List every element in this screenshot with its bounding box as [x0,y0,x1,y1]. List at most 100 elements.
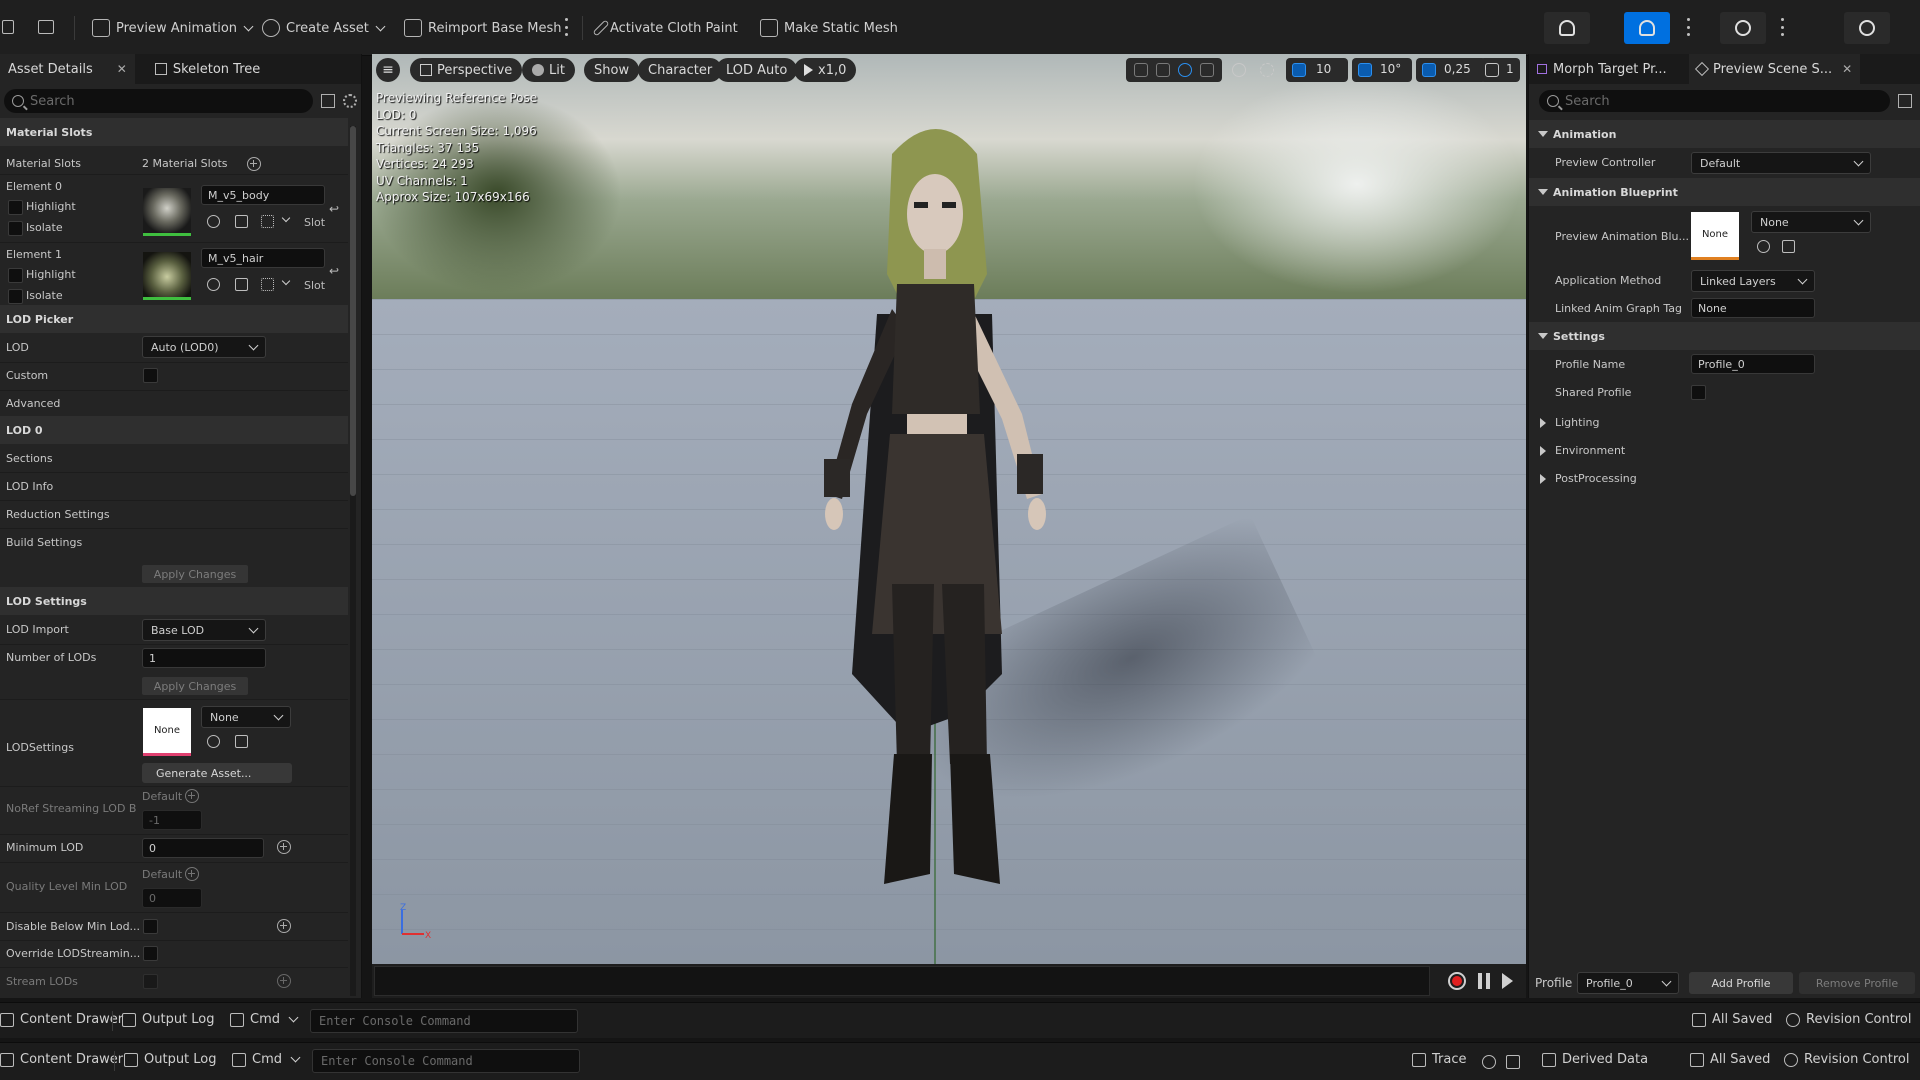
physics-mode-button[interactable] [1844,12,1890,44]
add-override-icon[interactable] [185,867,199,881]
reimport-base-mesh-button[interactable]: Reimport Base Mesh [404,14,562,42]
profile-dropdown[interactable]: Profile_0 [1577,972,1679,994]
add-override-icon[interactable] [277,919,291,933]
advanced-label[interactable]: Advanced [6,397,60,410]
postprocessing-row[interactable]: PostProcessing [1529,465,1920,493]
scene-search-input[interactable]: Search [1539,90,1890,112]
lod-info-label[interactable]: LOD Info [6,480,53,493]
generate-asset-button[interactable]: Generate Asset... [142,763,292,783]
move-icon[interactable] [1156,63,1170,77]
table-view-icon[interactable] [321,94,335,108]
tab-preview-scene-settings[interactable]: Preview Scene S... ✕ [1689,54,1861,84]
add-override-icon[interactable] [277,974,291,988]
reset-arrow-icon[interactable]: ↩ [329,264,339,278]
add-override-icon[interactable] [277,840,291,854]
lod0-header[interactable]: LOD 0 [0,416,348,444]
use-selected-icon[interactable] [207,215,220,228]
details-search-input[interactable]: Search [4,89,313,113]
settings-section-header[interactable]: Settings [1529,322,1920,350]
select-arrow-icon[interactable] [1134,63,1148,77]
preview-animation-button[interactable]: Preview Animation [92,14,254,42]
animation-mode-button[interactable] [1720,12,1766,44]
highlight-checkbox-1[interactable] [8,268,23,283]
playback-speed-button[interactable]: x1,0 [794,58,857,82]
isolate-checkbox-0[interactable] [8,221,23,236]
material-options-icon[interactable] [261,215,274,228]
profile-name-input[interactable]: Profile_0 [1691,354,1815,374]
revision-control-button[interactable]: Revision Control [1784,1052,1909,1067]
lit-button[interactable]: Lit [522,58,575,82]
apply-changes-button-2[interactable]: Apply Changes [142,677,248,695]
trace-button[interactable]: Trace [1412,1052,1467,1067]
browse-icon[interactable] [1782,240,1795,253]
material-thumbnail-hair[interactable] [143,252,191,300]
anim-blueprint-thumbnail[interactable]: None [1691,212,1739,260]
camera-icon[interactable] [1485,63,1499,77]
tab-skeleton-tree[interactable]: Skeleton Tree [135,54,268,84]
lod-settings-header[interactable]: LOD Settings [0,587,348,615]
console-command-input[interactable]: Enter Console Command [312,1049,580,1073]
animation-section-header[interactable]: Animation [1529,120,1920,148]
make-static-mesh-button[interactable]: Make Static Mesh [760,14,898,42]
animation-blueprint-section-header[interactable]: Animation Blueprint [1529,178,1920,206]
build-settings-label[interactable]: Build Settings [6,536,82,549]
lod-picker-header[interactable]: LOD Picker [0,305,348,333]
perspective-button[interactable]: Perspective [410,58,523,82]
quality-level-input[interactable]: 0 [142,888,202,908]
minimum-lod-input[interactable]: 0 [142,838,264,858]
rotate-icon[interactable] [1178,63,1192,77]
apply-changes-button[interactable]: Apply Changes [142,565,248,583]
skeleton-mode-button[interactable] [1544,12,1590,44]
disable-below-min-lod-checkbox[interactable] [143,919,158,934]
lod-auto-button[interactable]: LOD Auto [716,58,798,82]
gear-icon[interactable] [343,94,357,108]
grid-snap-value[interactable]: 10 [1316,62,1331,76]
character-mesh[interactable] [702,114,1172,934]
close-icon[interactable]: ✕ [1842,62,1852,76]
screenshot-icon[interactable] [1506,1055,1520,1069]
add-override-icon[interactable] [185,789,199,803]
material-picker-body[interactable]: M_v5_body [201,185,325,205]
scale-snap-icon[interactable] [1422,63,1436,77]
chevron-down-icon[interactable] [281,276,291,286]
override-lod-streaming-checkbox[interactable] [143,946,158,961]
linked-anim-graph-tag-input[interactable]: None [1691,298,1815,318]
grid-snap-icon[interactable] [1292,63,1306,77]
noref-streaming-input[interactable]: -1 [142,810,202,830]
create-asset-button[interactable]: Create Asset [262,14,386,42]
rotation-snap-value[interactable]: 10° [1380,62,1401,76]
use-selected-icon[interactable] [207,735,220,748]
pause-icon[interactable] [1478,973,1490,989]
table-view-icon[interactable] [1898,94,1912,108]
timeline-scrubber[interactable] [374,966,1430,996]
use-selected-icon[interactable] [1757,240,1770,253]
browse-icon[interactable] [235,215,248,228]
all-saved-button[interactable]: All Saved [1690,1052,1770,1067]
use-selected-icon[interactable] [207,278,220,291]
tab-asset-details[interactable]: Asset Details ✕ [0,54,135,84]
reset-arrow-icon[interactable]: ↩ [329,202,339,216]
content-drawer-button[interactable]: Content Drawer [0,1052,123,1067]
activate-cloth-paint-button[interactable]: Activate Cloth Paint [592,14,738,42]
preview-controller-dropdown[interactable]: Default [1691,152,1871,174]
close-icon[interactable]: ✕ [117,62,127,76]
show-button[interactable]: Show [584,58,640,82]
mesh-mode-button[interactable] [1624,12,1670,44]
custom-checkbox[interactable] [143,368,158,383]
lodsettings-thumbnail[interactable]: None [143,708,191,756]
material-slots-header[interactable]: Material Slots [0,118,348,146]
application-method-dropdown[interactable]: Linked Layers [1691,270,1815,292]
number-of-lods-input[interactable]: 1 [142,648,266,668]
material-options-icon[interactable] [261,278,274,291]
step-forward-icon[interactable] [1502,973,1513,989]
rotation-snap-icon[interactable] [1358,63,1372,77]
output-log-button[interactable]: Output Log [124,1052,217,1067]
reduction-settings-label[interactable]: Reduction Settings [6,508,110,521]
all-saved-button[interactable]: All Saved [1692,1012,1772,1027]
chevron-down-icon[interactable] [281,213,291,223]
lodsettings-dropdown[interactable]: None [201,706,291,728]
material-thumbnail-body[interactable] [143,188,191,236]
sections-label[interactable]: Sections [6,452,53,465]
browse-icon[interactable] [235,278,248,291]
environment-row[interactable]: Environment [1529,437,1920,465]
